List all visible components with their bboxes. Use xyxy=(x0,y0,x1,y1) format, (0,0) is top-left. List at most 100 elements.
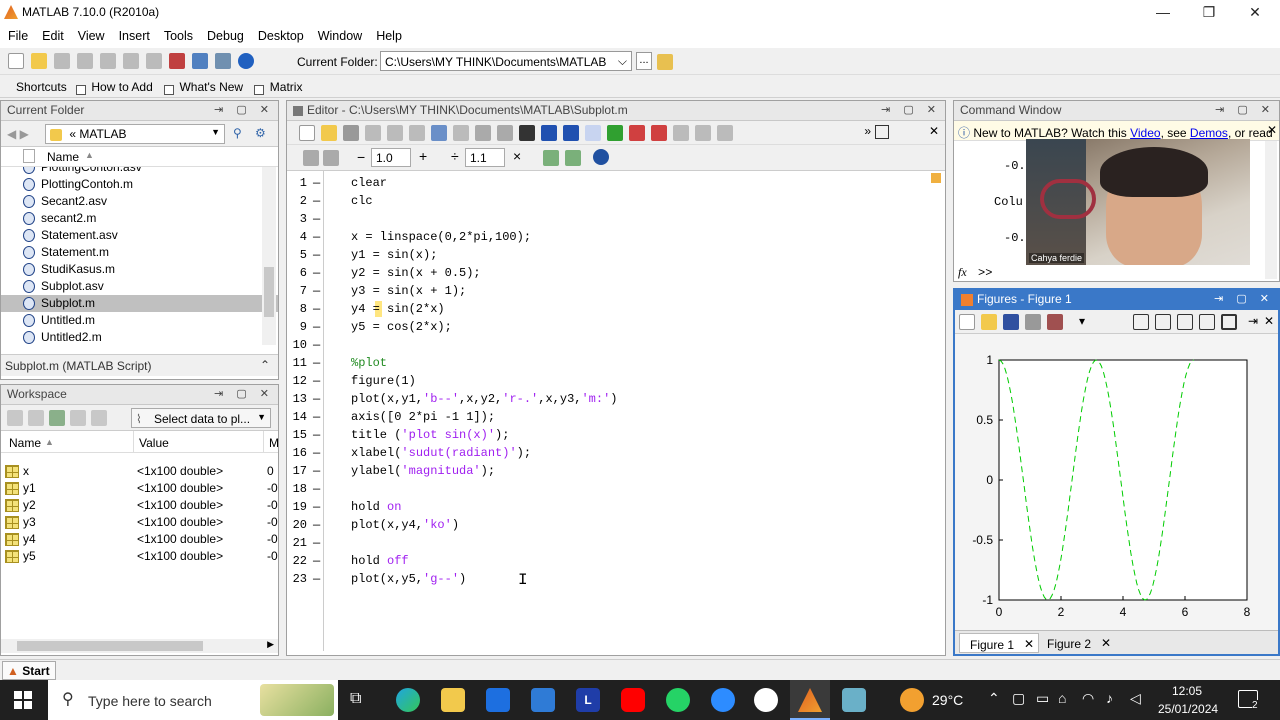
close-tab-icon[interactable]: ✕ xyxy=(1101,636,1111,650)
breakpoint-marker[interactable]: — xyxy=(313,192,320,210)
file-list-item[interactable]: Statement.m xyxy=(1,244,278,261)
file-explorer-icon[interactable] xyxy=(441,688,465,712)
code-line[interactable]: 5 — y1 = sin(x); xyxy=(287,246,927,264)
breakpoint-marker[interactable]: — xyxy=(313,300,320,318)
line-number[interactable]: 3 xyxy=(287,210,307,228)
panel-controls[interactable]: ⇥ ▢ ✕ xyxy=(214,385,274,404)
gear-icon[interactable]: ⚙ xyxy=(255,126,266,140)
breakpoint-marker[interactable]: — xyxy=(313,570,320,588)
line-number[interactable]: 12 xyxy=(287,372,307,390)
redo-icon[interactable] xyxy=(146,53,162,69)
tab-figure-2[interactable]: Figure 2 ✕ xyxy=(1041,633,1115,653)
line-number[interactable]: 16 xyxy=(287,444,307,462)
edge-icon[interactable] xyxy=(396,688,420,712)
plus-icon[interactable]: + xyxy=(419,148,427,164)
breakpoint-marker[interactable]: — xyxy=(313,264,320,282)
code-line[interactable]: 7 — y3 = sin(x + 1); xyxy=(287,282,927,300)
code-line[interactable]: 17 — ylabel('magnituda'); xyxy=(287,462,927,480)
breakpoint-marker[interactable]: — xyxy=(313,462,320,480)
matrix-shortcut[interactable]: Matrix xyxy=(270,80,303,94)
scrollbar[interactable] xyxy=(262,167,276,345)
breakpoint-marker[interactable]: — xyxy=(313,498,320,516)
split-vertical-icon[interactable] xyxy=(1155,314,1171,330)
more-tools-icon[interactable]: » xyxy=(864,124,871,138)
info-icon[interactable] xyxy=(593,149,609,165)
horizontal-scrollbar[interactable]: ▶ xyxy=(1,639,278,653)
code-line[interactable]: 14 — axis([0 2*pi -1 1]); xyxy=(287,408,927,426)
current-folder-input[interactable]: C:\Users\MY THINK\Documents\MATLAB ⌵ xyxy=(380,51,632,71)
how-to-add-link[interactable]: How to Add xyxy=(91,80,152,94)
line-number[interactable]: 13 xyxy=(287,390,307,408)
minus-icon[interactable]: − xyxy=(357,149,365,165)
select-data-dropdown[interactable]: ⌇ Select data to pl... ▼ xyxy=(131,408,271,428)
find-icon[interactable] xyxy=(497,125,513,141)
variable-row[interactable]: y4 <1x100 double> -0 xyxy=(1,531,278,548)
breakpoint-marker[interactable]: — xyxy=(313,228,320,246)
minimize-button[interactable]: — xyxy=(1140,0,1186,24)
copy-icon[interactable] xyxy=(387,125,403,141)
new-figure-icon[interactable] xyxy=(959,314,975,330)
new-file-icon[interactable] xyxy=(299,125,315,141)
file-list-item[interactable]: PlottingContoh.asv xyxy=(1,167,278,176)
code-line[interactable]: 19 — hold on xyxy=(287,498,927,516)
simulink-icon[interactable] xyxy=(169,53,185,69)
code-analyzer-icon[interactable] xyxy=(931,173,941,183)
browse-button[interactable]: ... xyxy=(636,52,652,70)
panel-controls[interactable]: ⇥ ▢ ✕ xyxy=(1214,290,1274,309)
line-number[interactable]: 1 xyxy=(287,174,307,192)
breakpoint-marker[interactable]: — xyxy=(313,372,320,390)
tile-layout-icon[interactable] xyxy=(1133,314,1149,330)
breakpoint-marker[interactable]: — xyxy=(313,552,320,570)
breakpoint-marker[interactable]: — xyxy=(313,210,320,228)
code-line[interactable]: 1 — clear xyxy=(287,174,927,192)
menu-help[interactable]: Help xyxy=(368,24,408,43)
youtube-icon[interactable] xyxy=(621,688,645,712)
menu-insert[interactable]: Insert xyxy=(111,24,156,43)
task-view-icon[interactable]: ⧉ xyxy=(350,690,361,708)
folder-up-icon[interactable] xyxy=(657,54,673,70)
line-number[interactable]: 17 xyxy=(287,462,307,480)
file-list-item[interactable]: Subplot.m xyxy=(1,295,278,312)
open-folder-icon[interactable] xyxy=(321,125,337,141)
maximize-icon[interactable] xyxy=(1221,314,1237,330)
cell-eval-icon[interactable] xyxy=(323,150,339,166)
app-icon[interactable] xyxy=(842,688,866,712)
code-line[interactable]: 4 — x = linspace(0,2*pi,100); xyxy=(287,228,927,246)
close-button[interactable]: ✕ xyxy=(1232,0,1278,24)
forward-arrow-icon[interactable] xyxy=(563,125,579,141)
line-number[interactable]: 5 xyxy=(287,246,307,264)
line-number[interactable]: 22 xyxy=(287,552,307,570)
step-out-icon[interactable] xyxy=(717,125,733,141)
cell-mode2-icon[interactable] xyxy=(565,150,581,166)
profiler-icon[interactable] xyxy=(215,53,231,69)
cell-divide-input[interactable]: 1.1 xyxy=(465,148,505,167)
speaker-icon[interactable]: ◁ xyxy=(1130,690,1141,707)
set-breakpoint-icon[interactable] xyxy=(629,125,645,141)
network-icon[interactable]: ⌂ xyxy=(1058,690,1066,706)
menu-edit[interactable]: Edit xyxy=(34,24,70,43)
cell-icon[interactable] xyxy=(303,150,319,166)
line-number[interactable]: 11 xyxy=(287,354,307,372)
import-data-icon[interactable] xyxy=(49,410,65,426)
split-horizontal-icon[interactable] xyxy=(1177,314,1193,330)
paste-icon[interactable] xyxy=(100,53,116,69)
file-list-header[interactable]: Name ▲ xyxy=(1,147,278,167)
file-list-item[interactable]: Statement.asv xyxy=(1,227,278,244)
store-icon[interactable] xyxy=(486,688,510,712)
code-line[interactable]: 20 — plot(x,y4,'ko') xyxy=(287,516,927,534)
weather-temp[interactable]: 29°C xyxy=(932,692,963,708)
print-icon[interactable] xyxy=(475,125,491,141)
breakpoint-marker[interactable]: — xyxy=(313,174,320,192)
close-tab-icon[interactable]: ✕ xyxy=(1024,637,1034,651)
line-number[interactable]: 19 xyxy=(287,498,307,516)
print-icon[interactable] xyxy=(1025,314,1041,330)
line-number[interactable]: 18 xyxy=(287,480,307,498)
file-list-item[interactable]: PlottingContoh.m xyxy=(1,176,278,193)
breakpoint-marker[interactable]: — xyxy=(313,426,320,444)
search-icon[interactable]: ⚲ xyxy=(233,126,242,140)
code-line[interactable]: 10 — xyxy=(287,336,927,354)
file-list-item[interactable]: secant2.m xyxy=(1,210,278,227)
scrollbar-thumb[interactable] xyxy=(264,267,274,317)
menu-tools[interactable]: Tools xyxy=(156,24,199,43)
menu-window[interactable]: Window xyxy=(310,24,368,43)
